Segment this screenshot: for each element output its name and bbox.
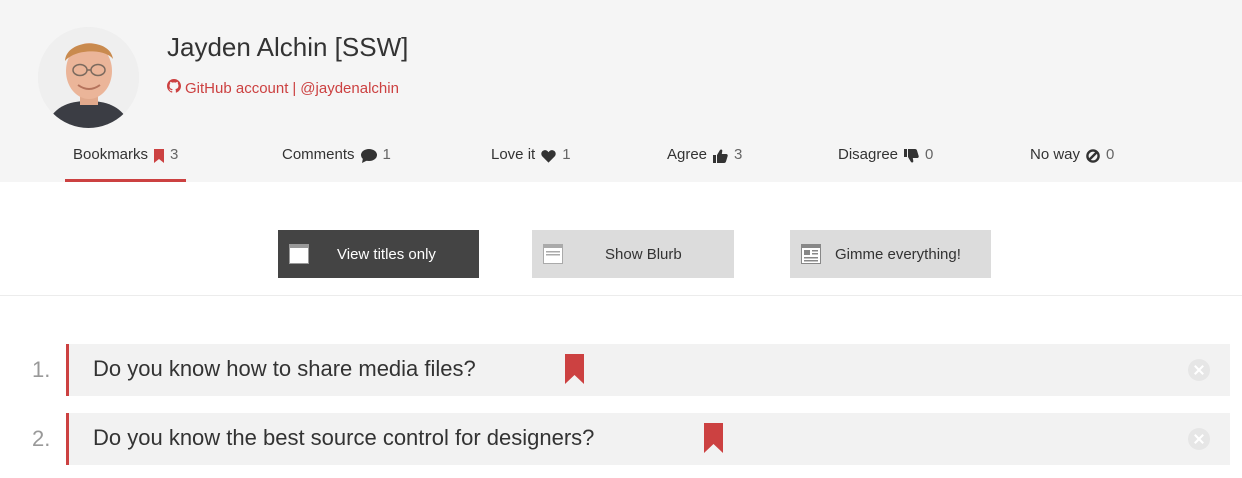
everything-icon — [801, 244, 821, 268]
remove-bookmark-button[interactable] — [1188, 428, 1210, 450]
tab-count: 1 — [562, 146, 571, 163]
bookmark-icon — [154, 149, 165, 163]
remove-bookmark-button[interactable] — [1188, 359, 1210, 381]
comment-icon — [360, 149, 377, 163]
blurb-icon — [543, 244, 563, 268]
tab-count: 1 — [382, 146, 391, 163]
list-item: 1. Do you know how to share media files? — [0, 344, 1242, 396]
avatar — [38, 27, 139, 128]
view-mode-label: View titles only — [337, 245, 436, 263]
bookmark-icon[interactable] — [565, 354, 584, 389]
view-mode-label: Gimme everything! — [835, 245, 961, 263]
tab-agree[interactable]: Agree 3 — [667, 146, 742, 182]
bookmark-icon[interactable] — [704, 423, 723, 458]
item-title-link[interactable]: Do you know the best source control for … — [93, 425, 594, 451]
item-number: 1. — [32, 357, 51, 382]
tab-label: Bookmarks — [73, 146, 149, 163]
profile-tabs: Bookmarks 3 Comments 1 Love it 1 Agree 3… — [0, 146, 1242, 182]
divider — [0, 295, 1242, 296]
tab-count: 3 — [734, 146, 743, 163]
tab-label: Comments — [282, 146, 355, 163]
tab-disagree[interactable]: Disagree 0 — [838, 146, 933, 182]
list-item: 2. Do you know the best source control f… — [0, 413, 1242, 465]
link-separator: | — [292, 79, 297, 97]
tab-count: 0 — [1106, 146, 1115, 163]
tab-bookmarks[interactable]: Bookmarks 3 — [64, 146, 187, 182]
tab-comments[interactable]: Comments 1 — [282, 146, 391, 182]
thumbs-down-icon — [904, 149, 919, 163]
github-handle-link[interactable]: @jaydenalchin — [300, 80, 399, 97]
item-title-link[interactable]: Do you know how to share media files? — [93, 356, 476, 382]
tab-love-it[interactable]: Love it 1 — [491, 146, 571, 182]
profile-header: Jayden Alchin [SSW] GitHub account | @ja… — [0, 0, 1242, 182]
titles-only-icon — [289, 244, 309, 268]
tab-label: Disagree — [838, 146, 899, 163]
tab-count: 0 — [925, 146, 934, 163]
tab-label: Agree — [667, 146, 708, 163]
github-icon — [167, 79, 181, 97]
profile-name: Jayden Alchin [SSW] — [167, 32, 409, 62]
item-number: 2. — [32, 426, 51, 451]
tab-no-way[interactable]: No way 0 — [1030, 146, 1114, 182]
tab-count: 3 — [170, 146, 179, 163]
thumbs-up-icon — [713, 149, 728, 163]
github-line: GitHub account | @jaydenalchin — [167, 79, 399, 97]
tab-label: Love it — [491, 146, 536, 163]
show-blurb-button[interactable]: Show Blurb — [532, 230, 734, 278]
view-titles-only-button[interactable]: View titles only — [278, 230, 479, 278]
ban-icon — [1086, 149, 1100, 163]
heart-icon — [541, 149, 556, 163]
view-mode-label: Show Blurb — [605, 245, 682, 263]
github-account-link[interactable]: GitHub account — [185, 80, 288, 97]
gimme-everything-button[interactable]: Gimme everything! — [790, 230, 991, 278]
tab-label: No way — [1030, 146, 1081, 163]
